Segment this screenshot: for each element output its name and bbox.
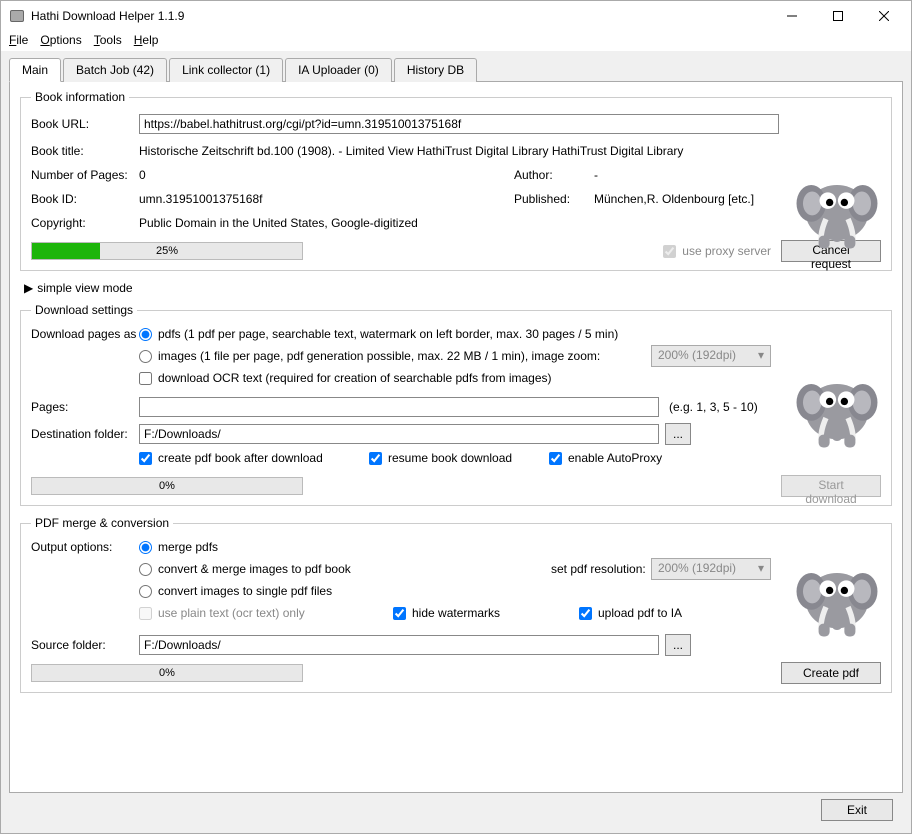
tab-link-collector[interactable]: Link collector (1): [169, 58, 283, 82]
pdf-progress-text: 0%: [32, 665, 302, 682]
pages-label: Number of Pages:: [31, 168, 139, 182]
copyright-label: Copyright:: [31, 216, 139, 230]
start-download-button[interactable]: Start download: [781, 475, 881, 497]
titlebar: Hathi Download Helper 1.1.9: [1, 1, 911, 31]
pages-field-label: Pages:: [31, 400, 139, 414]
plain-text-checkbox: [139, 607, 152, 620]
merge-pdfs-label: merge pdfs: [158, 540, 218, 554]
convert-merge-label: convert & merge images to pdf book: [158, 562, 351, 576]
elephant-icon: [791, 550, 883, 642]
proxy-checkbox-wrap: use proxy server: [663, 244, 771, 258]
app-icon: [9, 8, 25, 24]
book-info-group: Book information Book URL: Book title: H…: [20, 90, 892, 271]
tab-strip: Main Batch Job (42) Link collector (1) I…: [9, 58, 903, 82]
book-info-progress: 25%: [31, 242, 303, 260]
exit-button[interactable]: Exit: [821, 799, 893, 821]
images-radio-label: images (1 file per page, pdf generation …: [158, 349, 600, 363]
create-pdf-label: create pdf book after download: [158, 451, 323, 465]
download-settings-group: Download settings Download pages as pdfs…: [20, 303, 892, 506]
source-browse-button[interactable]: ...: [665, 634, 691, 656]
dest-folder-label: Destination folder:: [31, 427, 139, 441]
download-as-label: Download pages as: [31, 327, 139, 341]
image-zoom-dropdown[interactable]: 200% (192dpi): [651, 345, 771, 367]
copyright-value: Public Domain in the United States, Goog…: [139, 216, 881, 230]
tab-batch[interactable]: Batch Job (42): [63, 58, 167, 82]
download-progress-text: 0%: [32, 478, 302, 495]
pages-value: 0: [139, 168, 514, 182]
tab-main[interactable]: Main: [9, 58, 61, 82]
book-info-progress-text: 25%: [32, 243, 302, 260]
upload-ia-checkbox[interactable]: [579, 607, 592, 620]
tab-history[interactable]: History DB: [394, 58, 477, 82]
create-pdf-checkbox[interactable]: [139, 452, 152, 465]
triangle-right-icon: ▶: [24, 281, 33, 295]
plain-text-label: use plain text (ocr text) only: [158, 606, 305, 620]
pages-hint: (e.g. 1, 3, 5 - 10): [669, 400, 758, 414]
pdfs-radio-label: pdfs (1 pdf per page, searchable text, w…: [158, 327, 618, 341]
tab-ia-uploader[interactable]: IA Uploader (0): [285, 58, 392, 82]
simple-view-toggle[interactable]: ▶ simple view mode: [24, 281, 892, 295]
menu-file[interactable]: File: [9, 33, 28, 47]
footer: Exit: [9, 793, 903, 827]
close-button[interactable]: [861, 1, 907, 31]
pdf-resolution-dropdown[interactable]: 200% (192dpi): [651, 558, 771, 580]
book-url-input[interactable]: [139, 114, 779, 134]
convert-single-label: convert images to single pdf files: [158, 584, 332, 598]
autoproxy-label: enable AutoProxy: [568, 451, 662, 465]
images-radio[interactable]: [139, 350, 152, 363]
minimize-button[interactable]: [769, 1, 815, 31]
minimize-icon: [787, 11, 797, 21]
menu-help[interactable]: Help: [134, 33, 159, 47]
window-title: Hathi Download Helper 1.1.9: [31, 9, 769, 23]
autoproxy-checkbox[interactable]: [549, 452, 562, 465]
close-icon: [879, 11, 889, 21]
merge-pdfs-radio[interactable]: [139, 541, 152, 554]
simple-view-label: simple view mode: [37, 281, 132, 295]
book-title-label: Book title:: [31, 144, 139, 158]
bookid-value: umn.31951001375168f: [139, 192, 514, 206]
convert-merge-radio[interactable]: [139, 563, 152, 576]
published-label: Published:: [514, 192, 594, 206]
menu-tools[interactable]: Tools: [94, 33, 122, 47]
book-title-value: Historische Zeitschrift bd.100 (1908). -…: [139, 144, 779, 158]
elephant-icon: [791, 361, 883, 453]
author-label: Author:: [514, 168, 594, 182]
ocr-label: download OCR text (required for creation…: [158, 371, 552, 385]
maximize-icon: [833, 11, 843, 21]
source-folder-input[interactable]: [139, 635, 659, 655]
create-pdf-button[interactable]: Create pdf: [781, 662, 881, 684]
pages-input[interactable]: [139, 397, 659, 417]
pdf-progress: 0%: [31, 664, 303, 682]
tab-panel-main: Book information Book URL: Book title: H…: [9, 81, 903, 793]
proxy-checkbox: [663, 245, 676, 258]
maximize-button[interactable]: [815, 1, 861, 31]
source-folder-label: Source folder:: [31, 638, 139, 652]
hide-watermarks-checkbox[interactable]: [393, 607, 406, 620]
book-info-legend: Book information: [31, 90, 129, 104]
upload-ia-label: upload pdf to IA: [598, 606, 682, 620]
resume-label: resume book download: [388, 451, 512, 465]
pdf-merge-group: PDF merge & conversion Output options: m…: [20, 516, 892, 693]
bookid-label: Book ID:: [31, 192, 139, 206]
elephant-icon: [791, 162, 883, 254]
resume-checkbox[interactable]: [369, 452, 382, 465]
output-options-label: Output options:: [31, 540, 139, 554]
convert-single-radio[interactable]: [139, 585, 152, 598]
proxy-label: use proxy server: [682, 244, 771, 258]
set-pdf-res-label: set pdf resolution:: [551, 562, 646, 576]
book-url-label: Book URL:: [31, 117, 139, 131]
hide-watermarks-label: hide watermarks: [412, 606, 500, 620]
dest-browse-button[interactable]: ...: [665, 423, 691, 445]
ocr-checkbox[interactable]: [139, 372, 152, 385]
dest-folder-input[interactable]: [139, 424, 659, 444]
menu-options[interactable]: Options: [40, 33, 81, 47]
menubar: File Options Tools Help: [1, 31, 911, 51]
download-progress: 0%: [31, 477, 303, 495]
pdfs-radio[interactable]: [139, 328, 152, 341]
download-settings-legend: Download settings: [31, 303, 137, 317]
pdf-merge-legend: PDF merge & conversion: [31, 516, 173, 530]
